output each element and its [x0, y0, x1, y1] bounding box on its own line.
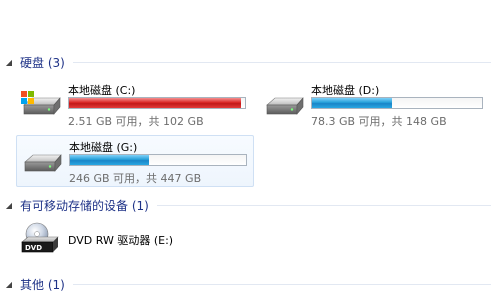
dvd-icon-label: DVD — [25, 244, 42, 252]
hard-drive-icon — [24, 154, 62, 172]
dvd-drive-icon: DVD — [21, 222, 59, 253]
section-header-removable-storage[interactable]: ◢ 有可移动存储的设备 (1) — [4, 195, 495, 215]
expand-caret-icon[interactable]: ◢ — [4, 201, 14, 210]
drive-space-info: 78.3 GB 可用，共 148 GB — [311, 115, 447, 128]
expand-caret-icon[interactable]: ◢ — [4, 280, 14, 289]
usage-bar-fill — [69, 98, 241, 108]
usage-bar-fill — [312, 98, 392, 108]
drive-name: 本地磁盘 (C:) — [68, 84, 136, 97]
section-divider — [156, 204, 491, 206]
expand-caret-icon[interactable]: ◢ — [4, 58, 14, 67]
usage-bar — [311, 97, 483, 109]
windows-system-drive-icon — [21, 91, 61, 115]
drive-item-g[interactable]: 本地磁盘 (G:) 246 GB 可用，共 447 GB — [16, 135, 254, 187]
section-title: 有可移动存储的设备 (1) — [20, 198, 149, 213]
section-header-hard-disks[interactable]: ◢ 硬盘 (3) — [4, 52, 495, 72]
section-title: 其他 (1) — [20, 277, 65, 292]
hard-drive-icon — [266, 97, 304, 115]
section-divider — [72, 283, 491, 285]
usage-bar — [68, 97, 246, 109]
section-header-other[interactable]: ◢ 其他 (1) — [4, 274, 495, 294]
drive-space-info: 2.51 GB 可用，共 102 GB — [68, 115, 204, 128]
drive-name: 本地磁盘 (G:) — [69, 141, 138, 154]
drive-item-c[interactable]: 本地磁盘 (C:) 2.51 GB 可用，共 102 GB — [16, 79, 252, 131]
section-divider — [72, 61, 491, 63]
dvd-drive-item[interactable]: DVD DVD RW 驱动器 (E:) — [16, 219, 286, 257]
section-title: 硬盘 (3) — [20, 55, 65, 70]
drive-item-d[interactable]: 本地磁盘 (D:) 78.3 GB 可用，共 148 GB — [259, 79, 495, 131]
usage-bar — [69, 154, 247, 166]
drive-space-info: 246 GB 可用，共 447 GB — [69, 172, 202, 185]
usage-bar-fill — [70, 155, 150, 165]
drive-name: 本地磁盘 (D:) — [311, 84, 380, 97]
drive-name: DVD RW 驱动器 (E:) — [68, 234, 174, 247]
